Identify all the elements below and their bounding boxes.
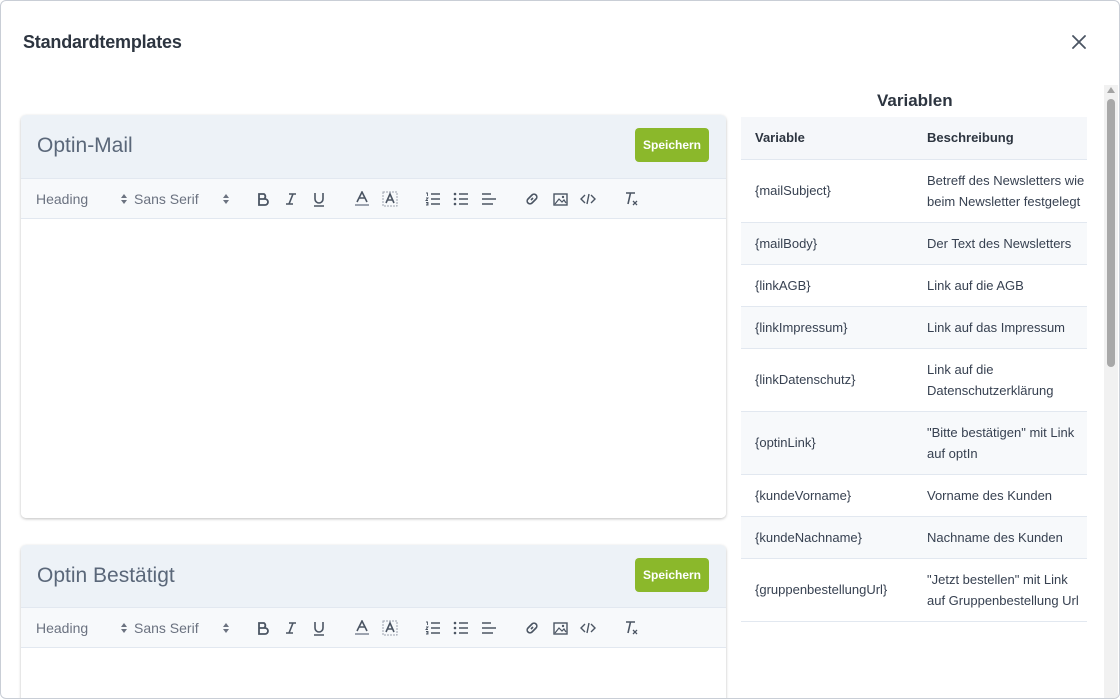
table-row: {optinLink} "Bitte bestätigen" mit Link … [741,411,1087,475]
font-select[interactable]: Sans Serif [134,189,234,209]
variable-name: {linkDatenschutz} [741,348,913,412]
code-icon[interactable] [578,618,598,638]
close-icon[interactable] [1069,32,1089,52]
card-title: Optin Bestätigt [37,564,175,587]
italic-icon[interactable] [281,189,301,209]
variable-description: Link auf die AGB [913,264,1087,307]
variable-name: {kundeNachname} [741,516,913,559]
underline-icon[interactable] [309,618,329,638]
variable-description: Link auf die Datenschutzerklärung [913,348,1087,412]
variable-description: Nachname des Kunden [913,516,1087,559]
heading-select-label: Heading [36,191,89,207]
align-left-icon[interactable] [479,618,499,638]
editor-card-optin-bestaetigt: Optin Bestätigt Speichern Heading Sans S… [21,545,726,698]
modal-dialog: Standardtemplates Optin-Mail Speichern H… [0,0,1120,699]
column-header-variable: Variable [741,117,913,160]
variables-heading: Variablen [877,91,953,110]
font-select[interactable]: Sans Serif [134,618,234,638]
table-row: {gruppenbestellungUrl} "Jetzt bestellen"… [741,558,1087,622]
variable-name: {gruppenbestellungUrl} [741,558,913,622]
italic-icon[interactable] [281,618,301,638]
modal-title: Standardtemplates [23,32,182,52]
table-row: {mailBody} Der Text des Newsletters [741,222,1087,265]
variable-description: Betreff des Newsletters wie beim Newslet… [913,159,1087,223]
editor-content-area[interactable] [21,648,726,698]
card-title: Optin-Mail [37,134,133,157]
link-icon[interactable] [522,618,542,638]
variable-name: {linkImpressum} [741,306,913,349]
underline-icon[interactable] [309,189,329,209]
select-arrows-icon [223,623,229,633]
variable-description: Vorname des Kunden [913,474,1087,517]
scroll-up-arrow-icon[interactable] [1107,87,1115,93]
font-select-label: Sans Serif [134,620,199,636]
heading-select[interactable]: Heading [36,189,127,209]
bold-icon[interactable] [253,618,273,638]
variable-name: {optinLink} [741,411,913,475]
table-row: {linkDatenschutz} Link auf die Datenschu… [741,348,1087,412]
column-header-description: Beschreibung [913,117,1087,160]
card-header: Optin-Mail Speichern [21,115,726,178]
ordered-list-icon[interactable] [423,618,443,638]
vertical-scrollbar[interactable] [1104,85,1118,698]
select-arrows-icon [223,194,229,204]
table-row: {linkAGB} Link auf die AGB [741,264,1087,307]
table-row: {linkImpressum} Link auf das Impressum [741,306,1087,349]
save-button[interactable]: Speichern [635,128,709,162]
bold-icon[interactable] [253,189,273,209]
editor-card-optin-mail: Optin-Mail Speichern Heading Sans Serif [21,115,726,518]
image-icon[interactable] [550,189,570,209]
heading-select-label: Heading [36,620,89,636]
table-row: {mailSubject} Betreff des Newsletters wi… [741,159,1087,223]
clear-format-icon[interactable] [621,189,641,209]
font-select-label: Sans Serif [134,191,199,207]
variable-description: "Bitte bestätigen" mit Link auf optIn [913,411,1087,475]
link-icon[interactable] [522,189,542,209]
variable-description: Der Text des Newsletters [913,222,1087,265]
select-arrows-icon [121,623,127,633]
table-row: {kundeVorname} Vorname des Kunden [741,474,1087,517]
variable-name: {mailBody} [741,222,913,265]
variable-name: {linkAGB} [741,264,913,307]
ordered-list-icon[interactable] [423,189,443,209]
background-color-icon[interactable] [380,189,400,209]
text-color-icon[interactable] [352,618,372,638]
variable-description: "Jetzt bestellen" mit Link auf Gruppenbe… [913,558,1087,622]
bullet-list-icon[interactable] [451,618,471,638]
variable-name: {kundeVorname} [741,474,913,517]
editor-content-area[interactable] [21,219,726,518]
align-left-icon[interactable] [479,189,499,209]
card-header: Optin Bestätigt Speichern [21,545,726,608]
clear-format-icon[interactable] [621,618,641,638]
bullet-list-icon[interactable] [451,189,471,209]
table-header-row: Variable Beschreibung [741,117,1087,160]
editor-toolbar: Heading Sans Serif [21,607,726,648]
variables-table: Variable Beschreibung {mailSubject} Betr… [741,117,1087,622]
variable-name: {mailSubject} [741,159,913,223]
select-arrows-icon [121,194,127,204]
heading-select[interactable]: Heading [36,618,127,638]
background-color-icon[interactable] [380,618,400,638]
editor-toolbar: Heading Sans Serif [21,178,726,219]
text-color-icon[interactable] [352,189,372,209]
scrollbar-thumb[interactable] [1107,99,1115,367]
table-row: {kundeNachname} Nachname des Kunden [741,516,1087,559]
variable-description: Link auf das Impressum [913,306,1087,349]
save-button[interactable]: Speichern [635,558,709,592]
image-icon[interactable] [550,618,570,638]
code-icon[interactable] [578,189,598,209]
